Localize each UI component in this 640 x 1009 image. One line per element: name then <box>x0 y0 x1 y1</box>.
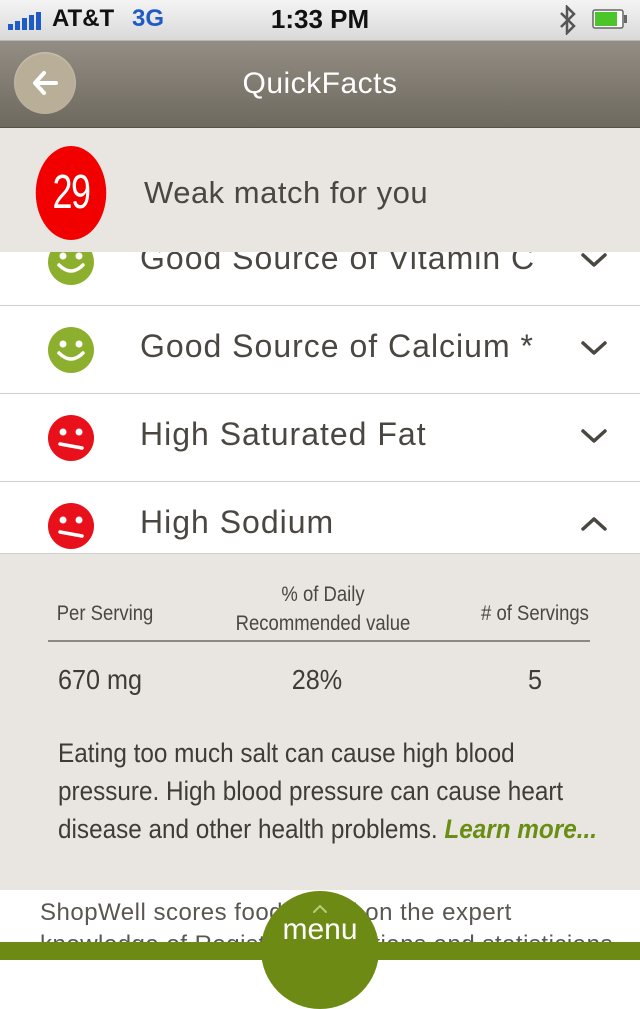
page-title: QuickFacts <box>242 67 398 100</box>
value-per-serving: 670 mg <box>58 664 143 695</box>
fact-row-calcium[interactable]: Good Source of Calcium * <box>0 306 640 394</box>
fact-label: High Saturated Fat <box>140 416 427 452</box>
chevron-down-icon <box>581 341 607 355</box>
chevron-down-icon <box>581 253 607 267</box>
sodium-description: Eating too much salt can cause high bloo… <box>58 734 598 848</box>
battery-icon <box>592 9 627 29</box>
score-summary: 29 Weak match for you <box>0 128 640 252</box>
menu-label: menu <box>282 913 358 946</box>
menu-button[interactable]: menu <box>261 891 379 1009</box>
header-servings: # of Servings <box>481 602 589 625</box>
status-bar: AT&T 3G 1:33 PM <box>0 0 640 41</box>
value-servings: 5 <box>527 664 543 695</box>
sodium-detail-panel: Per Serving % of Daily Recommended value… <box>0 553 640 890</box>
header-daily-value-line1: % of Daily <box>281 583 365 606</box>
learn-more-link[interactable]: Learn more... <box>444 814 597 844</box>
chevron-down-icon <box>581 429 607 443</box>
fact-label: High Sodium <box>140 504 335 540</box>
chevron-up-icon <box>581 517 607 531</box>
nav-header: QuickFacts <box>0 41 640 128</box>
header-per-serving: Per Serving <box>56 602 154 625</box>
fact-row-saturated-fat[interactable]: High Saturated Fat <box>0 394 640 482</box>
fact-label: Good Source of Calcium * <box>140 328 534 364</box>
table-divider <box>48 640 590 642</box>
frown-face-icon <box>48 503 94 549</box>
smiley-icon <box>48 327 94 373</box>
frown-face-icon <box>48 415 94 461</box>
bluetooth-icon <box>560 5 576 35</box>
header-daily-value-line2: Recommended value <box>235 612 411 635</box>
facts-list: Good Source of Vitamin C Good Source of … <box>0 218 640 570</box>
score-badge: 29 <box>35 146 107 240</box>
value-daily-percent: 28% <box>291 664 343 695</box>
header-daily-value: % of Daily Recommended value <box>231 580 416 638</box>
clock: 1:33 PM <box>270 4 370 34</box>
score-description: Weak match for you <box>144 175 429 210</box>
